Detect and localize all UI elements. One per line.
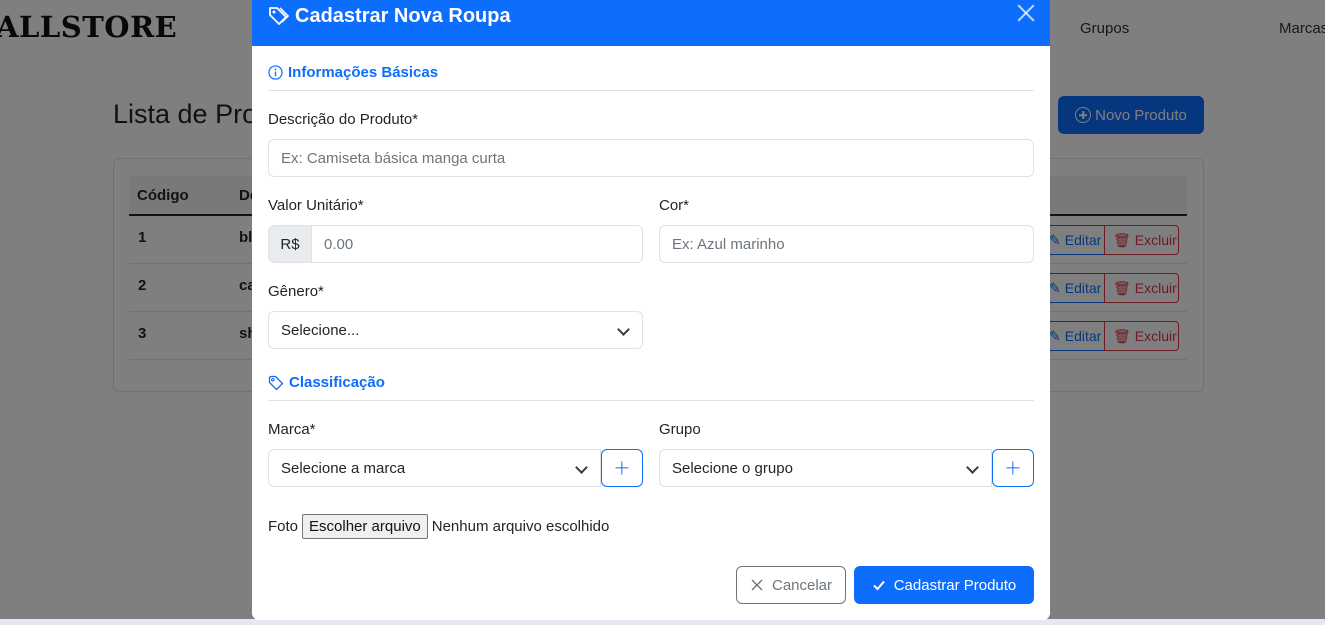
genero-select[interactable]: Selecione... bbox=[268, 311, 643, 349]
marca-select-value: Selecione a marca bbox=[281, 459, 406, 477]
submit-button[interactable]: Cadastrar Produto bbox=[854, 566, 1034, 604]
descricao-label: Descrição do Produto* bbox=[268, 111, 419, 128]
section-classification: Classificação bbox=[268, 374, 385, 391]
cor-label: Cor* bbox=[659, 197, 690, 214]
file-status: Nenhum arquivo escolhido bbox=[431, 518, 610, 535]
choose-file-button[interactable]: Escolher arquivo bbox=[302, 514, 428, 539]
valor-label: Valor Unitário* bbox=[268, 197, 364, 214]
x-icon bbox=[751, 579, 763, 591]
descricao-input[interactable]: Ex: Camiseta básica manga curta bbox=[268, 139, 1034, 177]
add-grupo-button[interactable] bbox=[992, 449, 1034, 487]
tags-icon bbox=[269, 7, 290, 25]
marca-select[interactable]: Selecione a marca bbox=[268, 449, 601, 487]
modal-header: Cadastrar Nova Roupa bbox=[252, 0, 1050, 46]
add-marca-button[interactable] bbox=[601, 449, 643, 487]
info-circle-icon bbox=[268, 65, 283, 80]
check-icon bbox=[872, 580, 885, 591]
grupo-select[interactable]: Selecione o grupo bbox=[659, 449, 992, 487]
section-divider bbox=[268, 400, 1034, 401]
currency-prefix: R$ bbox=[268, 225, 312, 263]
register-modal: Cadastrar Nova Roupa Informações Básicas… bbox=[252, 0, 1050, 620]
foto-label: Foto bbox=[268, 518, 299, 535]
section-classification-label: Classificação bbox=[289, 374, 385, 391]
close-icon[interactable] bbox=[1016, 4, 1036, 24]
photo-file-row: Foto Escolher arquivo Nenhum arquivo esc… bbox=[268, 514, 609, 539]
cor-input[interactable]: Ex: Azul marinho bbox=[659, 225, 1034, 263]
chevron-down-icon bbox=[575, 461, 588, 474]
section-basic-info: Informações Básicas bbox=[268, 64, 438, 81]
submit-label: Cadastrar Produto bbox=[893, 576, 1017, 594]
valor-input[interactable]: 0.00 bbox=[311, 225, 643, 263]
modal-title: Cadastrar Nova Roupa bbox=[295, 5, 511, 27]
grupo-label: Grupo bbox=[659, 421, 701, 438]
genero-label: Gênero* bbox=[268, 283, 324, 300]
section-divider bbox=[268, 90, 1034, 91]
tag-icon bbox=[268, 375, 284, 390]
cancel-label: Cancelar bbox=[771, 576, 833, 594]
chevron-down-icon bbox=[617, 323, 630, 336]
section-basic-info-label: Informações Básicas bbox=[288, 64, 439, 81]
grupo-select-value: Selecione o grupo bbox=[672, 459, 793, 477]
genero-select-value: Selecione... bbox=[281, 321, 360, 339]
marca-label: Marca* bbox=[268, 421, 316, 438]
cancel-button[interactable]: Cancelar bbox=[736, 566, 846, 604]
chevron-down-icon bbox=[966, 461, 979, 474]
